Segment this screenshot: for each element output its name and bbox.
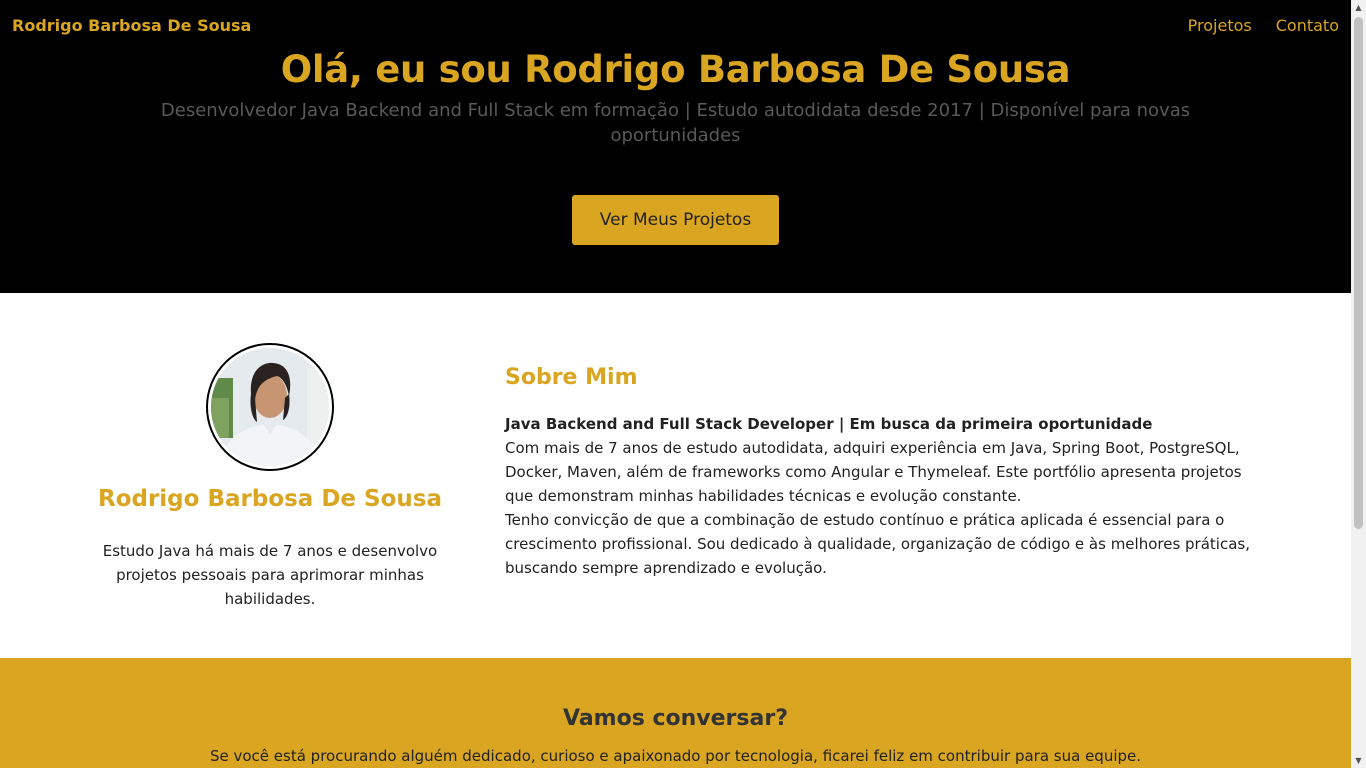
about-title: Sobre Mim [505, 365, 638, 390]
nav-link-projetos[interactable]: Projetos [1188, 16, 1252, 35]
about-content: Sobre Mim Java Backend and Full Stack De… [505, 365, 1265, 580]
scrollbar-thumb[interactable] [1354, 17, 1363, 529]
contact-text: Se você está procurando alguém dedicado,… [209, 747, 1142, 765]
profile-description: Estudo Java há mais de 7 anos e desenvol… [102, 542, 438, 608]
main-nav: Projetos Contato [1188, 16, 1339, 35]
about-section: Rodrigo Barbosa De Sousa Estudo Java há … [0, 293, 1351, 658]
contact-title: Vamos conversar? [563, 706, 788, 731]
hero-title: Olá, eu sou Rodrigo Barbosa De Sousa [280, 48, 1071, 91]
page: Rodrigo Barbosa De Sousa Projetos Contat… [0, 0, 1351, 768]
person-photo-icon [211, 348, 329, 466]
vertical-scrollbar[interactable]: ▲ ▼ [1351, 0, 1366, 768]
nav-link-contato[interactable]: Contato [1276, 16, 1339, 35]
about-paragraph-2: Tenho convicção de que a combinação de e… [505, 511, 1250, 577]
about-headline: Java Backend and Full Stack Developer | … [505, 415, 1153, 433]
hero-subtitle: Desenvolvedor Java Backend and Full Stac… [160, 100, 1191, 146]
avatar [206, 343, 334, 471]
triangle-down-icon[interactable]: ▼ [1351, 753, 1366, 768]
about-paragraph-1: Com mais de 7 anos de estudo autodidata,… [505, 439, 1242, 505]
view-projects-button[interactable]: Ver Meus Projetos [572, 195, 779, 245]
brand-link[interactable]: Rodrigo Barbosa De Sousa [12, 16, 251, 35]
avatar-photo [211, 348, 329, 466]
hero-section: Rodrigo Barbosa De Sousa Projetos Contat… [0, 0, 1351, 293]
triangle-up-icon[interactable]: ▲ [1351, 0, 1366, 15]
contact-section: Vamos conversar? Se você está procurando… [0, 658, 1351, 768]
profile-name: Rodrigo Barbosa De Sousa [97, 486, 442, 512]
